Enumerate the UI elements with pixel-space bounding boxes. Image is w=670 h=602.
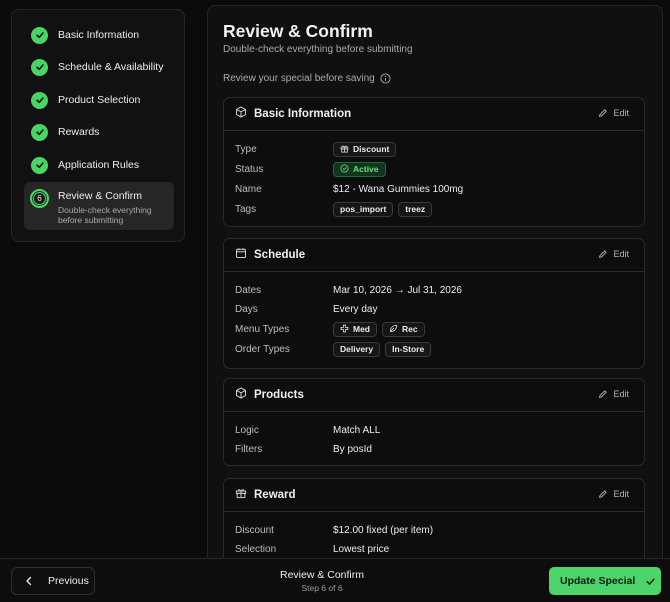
menu-types-row: Menu Types Med Rec [235,320,635,338]
update-special-button[interactable]: Update Special [549,567,661,595]
gift-icon [235,486,247,504]
step-application-rules[interactable]: Application Rules [24,150,174,180]
check-icon [31,26,48,44]
edit-products-button[interactable]: Edit [598,389,629,399]
step-basic-information[interactable]: Basic Information [24,20,174,50]
basic-information-card: Basic Information Edit Type Discount Sta… [223,97,645,227]
wizard-footer: Previous Review & Confirm Step 6 of 6 Up… [0,558,670,602]
pencil-icon [598,249,608,259]
pencil-icon [598,489,608,499]
check-icon [31,91,48,109]
step-product-selection[interactable]: Product Selection [24,85,174,115]
discount-row: Discount $12.00 fixed (per item) [235,524,434,536]
days-row: Days Every day [235,303,378,315]
step-label: Rewards [58,126,100,138]
card-title: Reward [254,489,296,501]
check-icon [31,156,48,174]
step-label: Schedule & Availability [58,61,164,73]
status-badge: Active [333,161,386,177]
check-icon [31,123,48,141]
logic-row: Logic Match ALL [235,424,381,436]
menu-type-chip: Rec [382,321,425,337]
tag-chip: treez [398,201,433,217]
check-icon [645,576,656,587]
type-row: Type Discount [235,140,635,158]
filters-row: Filters By posId [235,443,372,455]
step-label: Review & Confirm [58,190,143,202]
gift-icon [340,144,349,155]
check-circle-icon [340,163,349,175]
order-type-chip: In-Store [385,341,432,357]
pencil-icon [598,389,608,399]
footer-step-counter: Step 6 of 6 [301,583,343,593]
box-icon [235,386,247,404]
step-label: Application Rules [58,159,140,171]
previous-button[interactable]: Previous [11,567,95,595]
order-types-row: Order Types Delivery In-Store [235,340,635,358]
edit-schedule-button[interactable]: Edit [598,249,629,259]
box-icon [235,105,247,123]
dates-row: Dates Mar 10, 2026 → Jul 31, 2026 [235,284,462,296]
schedule-card: Schedule Edit Dates Mar 10, 2026 → Jul 3… [223,238,645,369]
products-card: Products Edit Logic Match ALL Filters By… [223,378,645,466]
step-description: Double-check everything before submittin… [58,205,152,225]
calendar-icon [235,246,247,264]
menu-type-chip: Med [333,321,377,337]
name-row: Name $12 - Wana Gummies 100mg [235,183,464,195]
info-icon[interactable] [380,73,391,84]
step-schedule-availability[interactable]: Schedule & Availability [24,52,174,82]
step-number-badge: 6 [30,189,49,208]
step-label: Basic Information [58,29,140,41]
chevron-left-icon [25,576,33,586]
pencil-icon [598,108,608,118]
step-label: Product Selection [58,94,141,106]
type-chip: Discount [333,141,397,157]
card-title: Products [254,389,304,401]
step-rewards[interactable]: Rewards [24,117,174,147]
step-review-confirm[interactable]: 6 Review & Confirm Double-check everythi… [24,182,174,230]
review-note: Review your special before saving [223,73,391,84]
reward-card: Reward Edit Discount $12.00 fixed (per i… [223,478,645,564]
footer-step-title: Review & Confirm [279,569,365,581]
check-icon [31,58,48,76]
card-title: Basic Information [254,108,352,120]
edit-basic-button[interactable]: Edit [598,108,629,118]
stepper-sidebar: Basic Information Schedule & Availabilit… [11,9,185,242]
tag-chip: pos_import [333,201,394,217]
selection-row: Selection Lowest price [235,543,390,555]
card-title: Schedule [254,249,306,261]
tags-row: Tags pos_import treez [235,200,635,218]
page-subtitle: Double-check everything before submittin… [223,44,413,55]
order-type-chip: Delivery [333,341,381,357]
review-panel: Review & Confirm Double-check everything… [207,5,663,565]
edit-reward-button[interactable]: Edit [598,489,629,499]
leaf-icon [389,324,398,335]
status-row: Status Active [235,160,635,178]
medical-cross-icon [340,324,349,335]
step-indicator: Review & Confirm Step 6 of 6 [262,569,382,593]
page-title: Review & Confirm [223,21,373,41]
